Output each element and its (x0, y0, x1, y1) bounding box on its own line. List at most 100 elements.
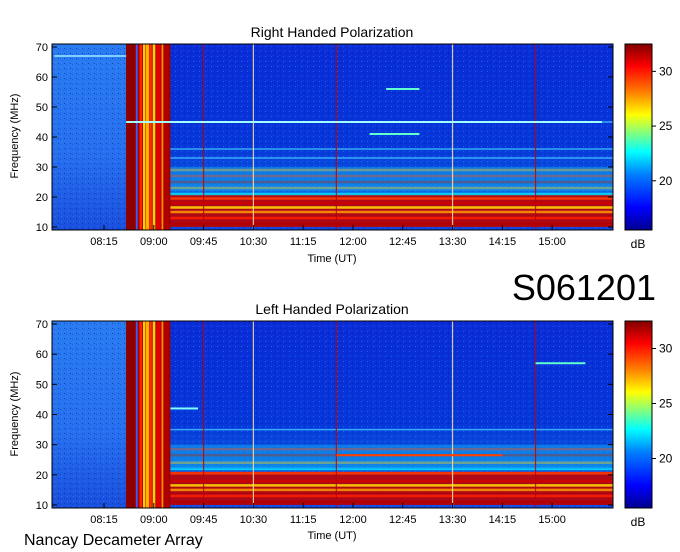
bright-feature (369, 133, 420, 135)
x-tick-label: 12:45 (389, 236, 417, 248)
interference-band (126, 479, 613, 483)
colorbar-ticks: 20 25 30 (652, 342, 673, 466)
bright-feature (54, 55, 127, 57)
mid-band-cyan (126, 167, 613, 191)
x-tick-label: 15:00 (538, 514, 566, 526)
x-tick-label: 13:30 (439, 236, 467, 248)
x-tick-label: 11:15 (290, 514, 317, 526)
x-tick-label: 09:00 (140, 236, 168, 248)
low-band-red (126, 471, 613, 505)
panel-right-handed: Right Handed Polarization 10 20 30 40 50 60 70… (9, 24, 673, 265)
mid-band-cyan (126, 444, 613, 469)
y-tick-label: 40 (36, 132, 48, 144)
colorbar-label: dB (631, 515, 646, 529)
bright-feature (535, 362, 586, 365)
y-tick-label: 50 (36, 379, 48, 391)
y-axis-label: Frequency (MHz) (9, 94, 21, 179)
panel-left-handed: Left Handed Polarization 10203040506070 … (9, 301, 673, 542)
x-tick-label: 08:15 (90, 236, 118, 248)
bright-feature (336, 454, 503, 457)
panel-title: Left Handed Polarization (255, 301, 408, 317)
interference-band (126, 500, 613, 504)
burst-stripe (139, 321, 143, 508)
y-tick-label: 70 (36, 42, 48, 54)
spectrogram-figure: Right Handed Polarization 10 20 30 40 50 60 70… (9, 24, 673, 549)
burst-stripe (145, 321, 150, 508)
burst-stripe (164, 321, 169, 508)
burst-stripe (156, 321, 161, 508)
heatmap-plot (52, 44, 613, 230)
x-tick-label: 11:15 (290, 236, 317, 248)
interference-band (126, 472, 613, 475)
x-tick-label: 12:00 (339, 236, 367, 248)
colorbar-ticks: 20 25 30 (652, 64, 673, 188)
colorbar-tick-label: 20 (659, 174, 673, 188)
colorbar-tick-label: 20 (659, 452, 673, 466)
heatmap-plot (52, 321, 613, 508)
y-tick-label: 30 (36, 162, 48, 174)
interference-band (126, 222, 613, 226)
colorbar-tick-label: 30 (659, 64, 673, 78)
y-axis-label: Frequency (MHz) (9, 372, 21, 457)
y-tick-label: 60 (36, 72, 48, 84)
interference-band (126, 494, 613, 498)
colorbar-label: dB (631, 237, 646, 251)
colorbar-tick-label: 25 (659, 119, 673, 133)
x-tick-label: 10:30 (240, 236, 268, 248)
x-axis-label: Time (UT) (307, 253, 356, 265)
burst-stripe (135, 44, 138, 230)
x-tick-label: 14:15 (489, 514, 517, 526)
burst-stripe (142, 321, 146, 508)
interference-band (126, 206, 613, 209)
x-tick-label: 09:00 (140, 514, 168, 526)
x-tick-label: 09:45 (190, 514, 218, 526)
y-tick-label: 70 (36, 319, 48, 331)
burst-stripe (152, 321, 156, 508)
bright-feature (170, 407, 199, 410)
interference-band (126, 157, 613, 159)
burst-stripe (161, 44, 164, 230)
y-tick-label: 60 (36, 349, 48, 361)
x-tick-label: 15:00 (538, 236, 566, 248)
interference-band (126, 484, 613, 487)
y-tick-label: 20 (36, 470, 48, 482)
x-tick-label: 12:45 (389, 514, 417, 526)
y-tick-label: 50 (36, 102, 48, 114)
burst-stripe (145, 44, 150, 230)
colorbar (624, 320, 653, 509)
burst-stripe (126, 44, 135, 230)
x-tick-label: 13:30 (439, 514, 467, 526)
interference-band (126, 488, 613, 492)
interference-band (126, 192, 613, 196)
y-tick-label: 40 (36, 410, 48, 422)
burst-stripe (161, 321, 164, 508)
x-axis-label: Time (UT) (307, 530, 356, 542)
x-tick-label: 10:30 (240, 514, 268, 526)
interference-band (126, 210, 613, 214)
observation-id: S061201 (512, 267, 656, 308)
burst-stripe (135, 321, 138, 508)
burst-stripe (152, 44, 156, 230)
x-tick-label: 08:15 (90, 514, 118, 526)
colorbar-tick-label: 30 (659, 342, 673, 356)
burst-stripe (142, 44, 146, 230)
y-tick-label: 20 (36, 192, 48, 204)
interference-band (126, 197, 613, 200)
interference-band (126, 201, 613, 205)
x-tick-label: 12:00 (339, 514, 367, 526)
bright-feature (126, 121, 602, 123)
burst-stripe (139, 44, 143, 230)
burst-stripe (149, 44, 152, 230)
colorbar (624, 43, 653, 231)
y-tick-label: 10 (36, 222, 48, 234)
burst-stripe (126, 321, 135, 508)
y-tick-label: 10 (36, 500, 48, 512)
interference-band (126, 216, 613, 220)
interference-band (126, 428, 613, 431)
interference-band (126, 148, 613, 150)
x-tick-label: 09:45 (190, 236, 218, 248)
burst-stripe (149, 321, 152, 508)
panel-title: Right Handed Polarization (251, 24, 414, 40)
y-tick-label: 30 (36, 440, 48, 452)
burst-stripe (164, 44, 169, 230)
